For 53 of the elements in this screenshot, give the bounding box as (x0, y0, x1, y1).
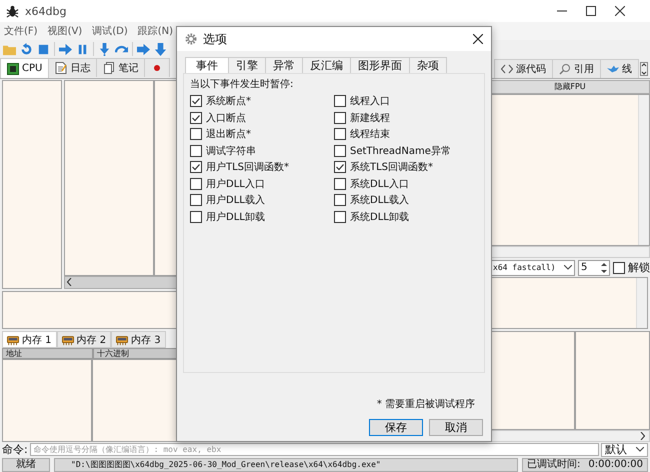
tab[interactable]: CPU (0, 58, 50, 78)
checkbox-label: 系统DLL入口 (350, 178, 409, 191)
checkbox-label: 退出断点* (206, 128, 251, 142)
tab[interactable]: 事件 (185, 57, 229, 73)
menu-item[interactable]: 视图(V) (48, 24, 82, 38)
tab[interactable]: 线 (600, 59, 639, 78)
group-label: 当以下事件发生时暂停: (190, 78, 294, 91)
button[interactable]: 取消 (429, 419, 483, 436)
checkbox-label: 新建线程 (350, 112, 390, 125)
file-path: "D:\图图图图图\x64dbg_2025-06-30_Mod_Green\release\x64\x64dbg.exe" (54, 458, 518, 472)
command-input[interactable]: 命令使用逗号分隔（像汇编语言）: mov eax, ebx (30, 443, 599, 456)
column-header[interactable]: 地址 (2, 348, 93, 359)
tab[interactable]: 反汇编 (302, 57, 351, 73)
tab[interactable]: 内存 3 (111, 331, 166, 348)
button[interactable]: 保存 (369, 419, 423, 436)
mode-dropdown[interactable]: 默认 (601, 442, 648, 456)
checkbox-label: 线程入口 (350, 94, 390, 108)
lock-label: 解锁 (628, 260, 650, 275)
column-header[interactable]: 隐藏FPU (490, 80, 650, 94)
checkbox-label: 入口断点 (206, 112, 246, 125)
call-convention-dropdown[interactable]: x64 fastcall) (490, 260, 575, 276)
checkbox-label: 用户TLS回调函数* (206, 160, 290, 174)
elapsed-time: 0:00:00:00 (584, 458, 648, 472)
checkbox-label: 系统TLS回调函数* (350, 160, 434, 174)
argument-count-spinbox[interactable]: 5 (578, 260, 610, 276)
checkbox-label: 用户DLL入口 (206, 178, 265, 191)
checkbox-label: 系统DLL卸载 (350, 210, 409, 224)
tab[interactable]: 内存 1 (2, 331, 57, 348)
checkbox-label: 系统DLL载入 (350, 194, 409, 208)
tab[interactable]: 日志 (48, 58, 98, 77)
checkbox-label: SetThreadName异常 (350, 144, 451, 158)
tab[interactable]: 源代码 (494, 59, 553, 78)
checkbox-label: 调试字符串 (206, 144, 256, 158)
menu-item[interactable]: 调试(D) (92, 24, 128, 38)
checkbox-label: 用户DLL载入 (206, 194, 265, 208)
checkbox-label: 系统断点* (206, 94, 251, 108)
dialog-title: 选项 (203, 30, 227, 48)
checkbox-label: 用户DLL卸载 (206, 210, 265, 224)
menu-item[interactable]: 跟踪(N) (138, 24, 174, 38)
checkbox-label: 线程结束 (350, 128, 390, 142)
tab[interactable]: 引擎 (228, 57, 266, 73)
tab[interactable]: 异常 (265, 57, 303, 73)
tab[interactable]: 杂项 (409, 57, 447, 73)
window-title: x64dbg (25, 4, 66, 18)
tab[interactable]: 引用 (552, 59, 601, 78)
note-text: * 需要重启被调试程序 (376, 398, 476, 411)
menu-item[interactable]: 文件(F) (4, 24, 38, 38)
elapsed-label: 已调试时间: (522, 458, 584, 472)
status-text: 就绪 (2, 458, 50, 472)
tab[interactable]: 图形界面 (350, 57, 410, 73)
command-label: 命令: (2, 442, 28, 457)
tab[interactable]: 内存 2 (56, 331, 112, 348)
tab[interactable]: 笔记 (96, 58, 146, 77)
